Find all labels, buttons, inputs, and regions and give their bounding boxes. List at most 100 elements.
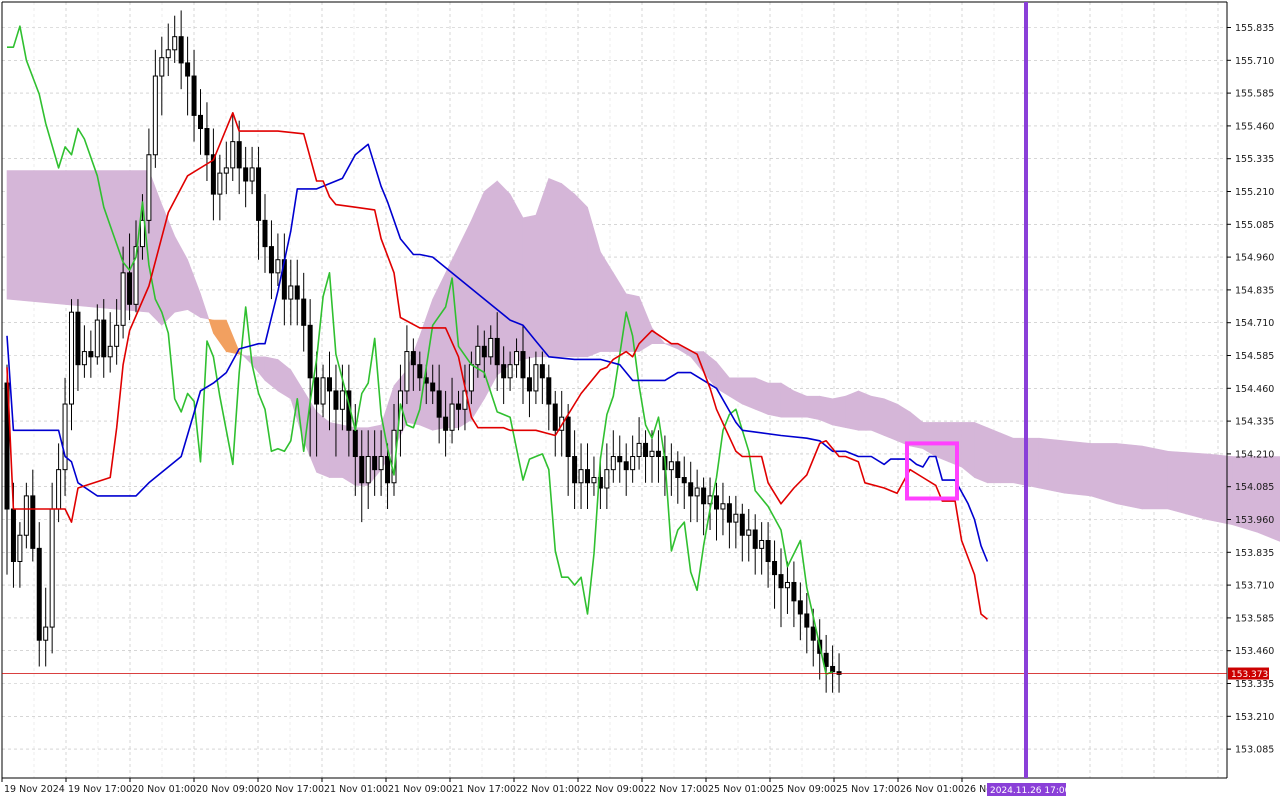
price-tick-label: 155.710 xyxy=(1235,56,1274,67)
candle-bear xyxy=(701,487,707,505)
candle-bear xyxy=(443,416,449,431)
candle-bear xyxy=(565,416,571,458)
time-tick-label: 21 Nov 09:00 xyxy=(388,784,452,795)
price-tick-label: 154.210 xyxy=(1235,449,1274,460)
candle-bull xyxy=(114,324,120,347)
candle-bear xyxy=(436,390,442,418)
candle-bull xyxy=(159,57,165,77)
candle-bull xyxy=(468,364,474,392)
ichimoku-chart[interactable]: 155.835 155.710 155.585 155.460 155.335 155.2… xyxy=(0,0,1280,800)
candle-bear xyxy=(481,345,487,358)
candle-bear xyxy=(372,456,378,471)
price-tick-label: 153.835 xyxy=(1235,548,1274,559)
candle-bear xyxy=(36,547,42,641)
candle-bear xyxy=(675,461,681,479)
price-tick-label: 155.210 xyxy=(1235,187,1274,198)
price-tick-label: 153.085 xyxy=(1235,745,1274,756)
candle-bear xyxy=(314,377,320,405)
time-tick-label: 20 Nov 01:00 xyxy=(132,784,196,795)
candle-bull xyxy=(604,469,610,489)
time-tick-label: 22 Nov 17:00 xyxy=(644,784,708,795)
candle-bull xyxy=(475,345,481,366)
price-tick-label: 153.460 xyxy=(1235,646,1274,657)
price-tick-label: 154.835 xyxy=(1235,285,1274,296)
price-tick-label: 153.335 xyxy=(1235,679,1274,690)
candle-bear xyxy=(714,495,719,510)
cloud-segment xyxy=(1064,440,1091,497)
time-tick-label: 25 Nov 01:00 xyxy=(708,784,772,795)
candle-bear xyxy=(552,403,558,431)
candle-bear xyxy=(623,461,629,471)
candle-bear xyxy=(333,390,339,410)
candle-bear xyxy=(185,62,191,77)
cloud-segment xyxy=(1206,453,1233,526)
price-tick-label: 154.585 xyxy=(1235,351,1274,362)
candle-bull xyxy=(636,442,642,458)
cursor-time-label: 2024.11.26 17:00 xyxy=(990,786,1071,796)
cloud-segment xyxy=(561,182,575,358)
candle-bear xyxy=(772,560,778,576)
price-tick-label: 154.960 xyxy=(1235,253,1274,264)
candle-bull xyxy=(339,390,345,410)
candle-bear xyxy=(236,141,242,169)
candle-bear xyxy=(830,665,836,673)
cloud-segment xyxy=(316,411,330,478)
cloud-segment xyxy=(548,177,563,358)
candle-bull xyxy=(43,626,49,641)
candle-bull xyxy=(249,167,255,182)
cloud-segment xyxy=(574,193,588,358)
candle-bull xyxy=(23,495,29,536)
candle-bull xyxy=(507,364,513,379)
candle-bull xyxy=(488,337,494,358)
candle-bull xyxy=(378,456,384,471)
candle-bear xyxy=(198,114,203,130)
candle-bull xyxy=(17,534,23,562)
candle-bear xyxy=(327,377,332,392)
candle-bull xyxy=(533,364,539,392)
cloud-segment xyxy=(1116,443,1143,510)
candle-bear xyxy=(655,450,661,458)
candle-bear xyxy=(456,403,461,410)
price-tick-label: 155.460 xyxy=(1235,121,1274,132)
price-tick-label: 155.835 xyxy=(1235,23,1274,34)
candle-bear xyxy=(178,36,184,64)
candle-bear xyxy=(294,285,300,300)
candle-bear xyxy=(539,364,545,379)
candle-bull xyxy=(165,49,171,59)
candle-bear xyxy=(268,246,274,274)
candle-bull xyxy=(591,477,597,484)
candle-bull xyxy=(668,461,674,471)
candle-bear xyxy=(617,456,623,463)
candle-bear xyxy=(739,513,745,536)
candle-bull xyxy=(56,469,62,510)
cloud-segment xyxy=(858,390,872,431)
candle-bull xyxy=(578,469,584,484)
candle-bear xyxy=(307,324,313,379)
candle-bull xyxy=(172,36,178,51)
cloud-segment xyxy=(806,395,821,421)
price-tick-label: 153.210 xyxy=(1235,712,1274,723)
candle-bear xyxy=(778,574,784,589)
candle-bear xyxy=(526,377,532,392)
candle-bear xyxy=(359,456,365,484)
cloud-segment xyxy=(870,395,885,436)
candle-bear xyxy=(520,351,526,379)
candle-bear xyxy=(262,219,268,248)
price-tick-label: 155.585 xyxy=(1235,89,1274,100)
candle-bull xyxy=(759,539,765,549)
candle-bull xyxy=(733,513,739,523)
time-tick-label: 25 Nov 09:00 xyxy=(772,784,836,795)
price-tick-label: 153.585 xyxy=(1235,613,1274,624)
candle-bear xyxy=(88,351,94,358)
candle-bear xyxy=(797,600,803,615)
time-tick-label: 25 Nov 17:00 xyxy=(836,784,900,795)
time-tick-label: 22 Nov 01:00 xyxy=(516,784,580,795)
time-tick-label: 20 Nov 09:00 xyxy=(196,784,260,795)
candle-bear xyxy=(546,377,552,405)
candle-bear xyxy=(256,167,262,221)
cloud-segment xyxy=(741,377,756,410)
price-tick-label: 154.460 xyxy=(1235,384,1274,395)
candle-bear xyxy=(352,429,358,458)
price-tick-label: 153.960 xyxy=(1235,515,1274,526)
candle-bear xyxy=(726,503,732,523)
